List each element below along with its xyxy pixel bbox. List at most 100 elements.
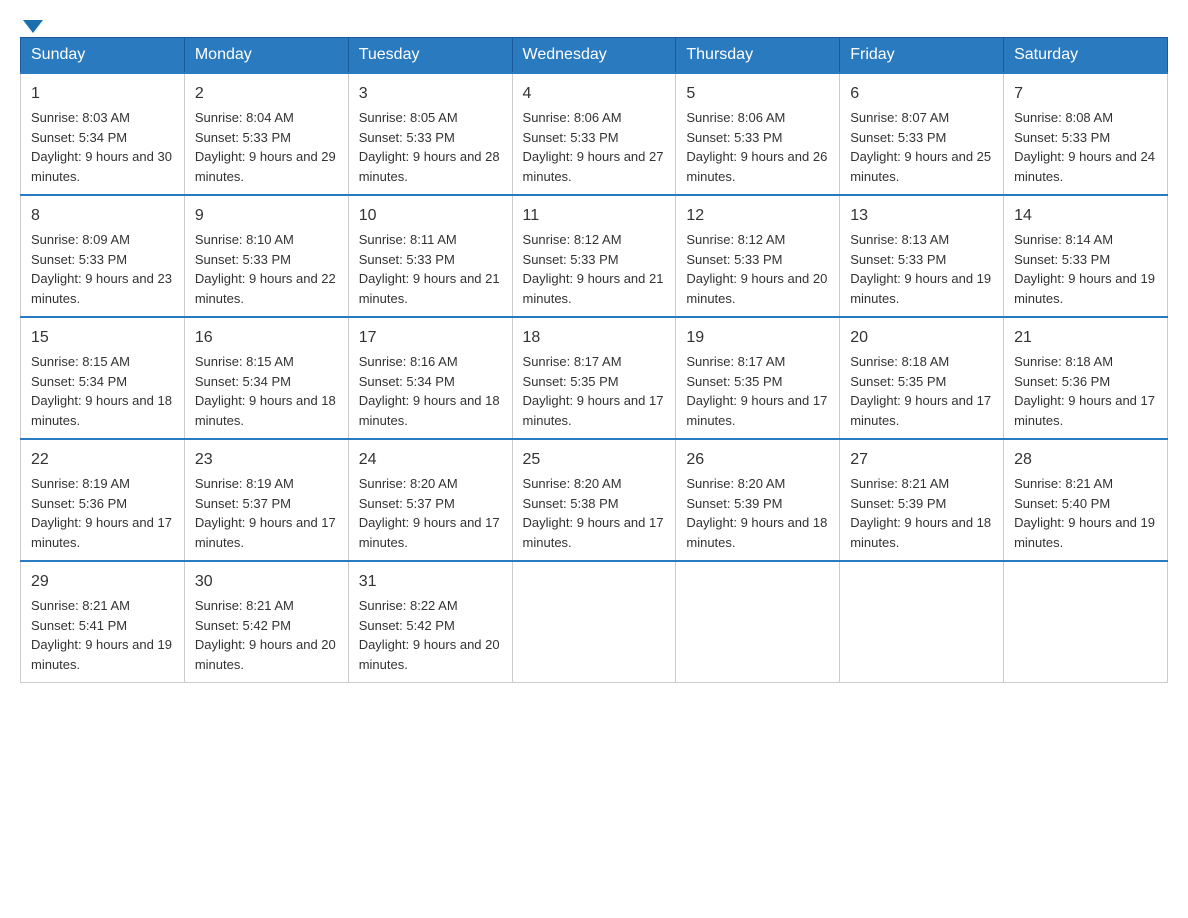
- day-of-week-saturday: Saturday: [1004, 38, 1168, 74]
- daylight-info: Daylight: 9 hours and 18 minutes.: [31, 393, 172, 428]
- day-number: 22: [31, 448, 174, 472]
- day-number: 16: [195, 326, 338, 350]
- sunset-info: Sunset: 5:33 PM: [195, 252, 291, 267]
- day-number: 31: [359, 570, 502, 594]
- sunset-info: Sunset: 5:33 PM: [195, 130, 291, 145]
- day-number: 7: [1014, 82, 1157, 106]
- calendar-cell: [1004, 561, 1168, 683]
- sunrise-info: Sunrise: 8:06 AM: [686, 110, 785, 125]
- calendar-cell: 17 Sunrise: 8:16 AM Sunset: 5:34 PM Dayl…: [348, 317, 512, 439]
- sunset-info: Sunset: 5:37 PM: [359, 496, 455, 511]
- week-row-3: 15 Sunrise: 8:15 AM Sunset: 5:34 PM Dayl…: [21, 317, 1168, 439]
- sunset-info: Sunset: 5:33 PM: [359, 130, 455, 145]
- calendar-cell: 26 Sunrise: 8:20 AM Sunset: 5:39 PM Dayl…: [676, 439, 840, 561]
- sunset-info: Sunset: 5:33 PM: [1014, 252, 1110, 267]
- sunrise-info: Sunrise: 8:15 AM: [195, 354, 294, 369]
- daylight-info: Daylight: 9 hours and 19 minutes.: [1014, 271, 1155, 306]
- day-number: 3: [359, 82, 502, 106]
- day-number: 1: [31, 82, 174, 106]
- daylight-info: Daylight: 9 hours and 18 minutes.: [686, 515, 827, 550]
- page-header: [20, 20, 1168, 27]
- week-row-1: 1 Sunrise: 8:03 AM Sunset: 5:34 PM Dayli…: [21, 73, 1168, 195]
- calendar-cell: 4 Sunrise: 8:06 AM Sunset: 5:33 PM Dayli…: [512, 73, 676, 195]
- sunset-info: Sunset: 5:41 PM: [31, 618, 127, 633]
- calendar-cell: 20 Sunrise: 8:18 AM Sunset: 5:35 PM Dayl…: [840, 317, 1004, 439]
- sunset-info: Sunset: 5:33 PM: [523, 252, 619, 267]
- sunset-info: Sunset: 5:38 PM: [523, 496, 619, 511]
- sunrise-info: Sunrise: 8:13 AM: [850, 232, 949, 247]
- day-number: 5: [686, 82, 829, 106]
- sunrise-info: Sunrise: 8:18 AM: [1014, 354, 1113, 369]
- sunrise-info: Sunrise: 8:12 AM: [523, 232, 622, 247]
- day-number: 15: [31, 326, 174, 350]
- day-number: 10: [359, 204, 502, 228]
- calendar-cell: [512, 561, 676, 683]
- sunset-info: Sunset: 5:37 PM: [195, 496, 291, 511]
- sunrise-info: Sunrise: 8:07 AM: [850, 110, 949, 125]
- days-of-week-row: SundayMondayTuesdayWednesdayThursdayFrid…: [21, 38, 1168, 74]
- day-number: 8: [31, 204, 174, 228]
- sunset-info: Sunset: 5:33 PM: [31, 252, 127, 267]
- sunrise-info: Sunrise: 8:20 AM: [686, 476, 785, 491]
- sunset-info: Sunset: 5:39 PM: [686, 496, 782, 511]
- daylight-info: Daylight: 9 hours and 21 minutes.: [523, 271, 664, 306]
- calendar-cell: 10 Sunrise: 8:11 AM Sunset: 5:33 PM Dayl…: [348, 195, 512, 317]
- sunset-info: Sunset: 5:40 PM: [1014, 496, 1110, 511]
- week-row-2: 8 Sunrise: 8:09 AM Sunset: 5:33 PM Dayli…: [21, 195, 1168, 317]
- daylight-info: Daylight: 9 hours and 30 minutes.: [31, 149, 172, 184]
- day-number: 29: [31, 570, 174, 594]
- sunset-info: Sunset: 5:33 PM: [523, 130, 619, 145]
- calendar-cell: 16 Sunrise: 8:15 AM Sunset: 5:34 PM Dayl…: [184, 317, 348, 439]
- calendar-cell: 27 Sunrise: 8:21 AM Sunset: 5:39 PM Dayl…: [840, 439, 1004, 561]
- sunset-info: Sunset: 5:35 PM: [523, 374, 619, 389]
- sunrise-info: Sunrise: 8:20 AM: [359, 476, 458, 491]
- sunset-info: Sunset: 5:42 PM: [195, 618, 291, 633]
- calendar-cell: 8 Sunrise: 8:09 AM Sunset: 5:33 PM Dayli…: [21, 195, 185, 317]
- day-number: 19: [686, 326, 829, 350]
- sunset-info: Sunset: 5:34 PM: [359, 374, 455, 389]
- daylight-info: Daylight: 9 hours and 23 minutes.: [31, 271, 172, 306]
- sunrise-info: Sunrise: 8:17 AM: [523, 354, 622, 369]
- day-number: 28: [1014, 448, 1157, 472]
- sunrise-info: Sunrise: 8:12 AM: [686, 232, 785, 247]
- calendar-cell: 7 Sunrise: 8:08 AM Sunset: 5:33 PM Dayli…: [1004, 73, 1168, 195]
- calendar-cell: 5 Sunrise: 8:06 AM Sunset: 5:33 PM Dayli…: [676, 73, 840, 195]
- sunrise-info: Sunrise: 8:16 AM: [359, 354, 458, 369]
- sunrise-info: Sunrise: 8:04 AM: [195, 110, 294, 125]
- sunrise-info: Sunrise: 8:09 AM: [31, 232, 130, 247]
- sunrise-info: Sunrise: 8:08 AM: [1014, 110, 1113, 125]
- calendar-header: SundayMondayTuesdayWednesdayThursdayFrid…: [21, 38, 1168, 74]
- sunrise-info: Sunrise: 8:21 AM: [850, 476, 949, 491]
- daylight-info: Daylight: 9 hours and 17 minutes.: [359, 515, 500, 550]
- day-of-week-tuesday: Tuesday: [348, 38, 512, 74]
- daylight-info: Daylight: 9 hours and 17 minutes.: [523, 515, 664, 550]
- calendar-cell: 1 Sunrise: 8:03 AM Sunset: 5:34 PM Dayli…: [21, 73, 185, 195]
- sunrise-info: Sunrise: 8:14 AM: [1014, 232, 1113, 247]
- calendar-cell: 11 Sunrise: 8:12 AM Sunset: 5:33 PM Dayl…: [512, 195, 676, 317]
- day-number: 30: [195, 570, 338, 594]
- calendar-cell: [676, 561, 840, 683]
- calendar-cell: 25 Sunrise: 8:20 AM Sunset: 5:38 PM Dayl…: [512, 439, 676, 561]
- calendar-cell: 23 Sunrise: 8:19 AM Sunset: 5:37 PM Dayl…: [184, 439, 348, 561]
- sunset-info: Sunset: 5:34 PM: [31, 374, 127, 389]
- day-number: 12: [686, 204, 829, 228]
- daylight-info: Daylight: 9 hours and 17 minutes.: [1014, 393, 1155, 428]
- sunrise-info: Sunrise: 8:10 AM: [195, 232, 294, 247]
- daylight-info: Daylight: 9 hours and 19 minutes.: [1014, 515, 1155, 550]
- daylight-info: Daylight: 9 hours and 26 minutes.: [686, 149, 827, 184]
- daylight-info: Daylight: 9 hours and 17 minutes.: [195, 515, 336, 550]
- sunrise-info: Sunrise: 8:05 AM: [359, 110, 458, 125]
- calendar-table: SundayMondayTuesdayWednesdayThursdayFrid…: [20, 37, 1168, 683]
- calendar-cell: 31 Sunrise: 8:22 AM Sunset: 5:42 PM Dayl…: [348, 561, 512, 683]
- logo: [20, 20, 43, 27]
- calendar-cell: 9 Sunrise: 8:10 AM Sunset: 5:33 PM Dayli…: [184, 195, 348, 317]
- day-number: 20: [850, 326, 993, 350]
- logo-triangle-icon: [23, 20, 43, 33]
- daylight-info: Daylight: 9 hours and 18 minutes.: [359, 393, 500, 428]
- calendar-cell: 13 Sunrise: 8:13 AM Sunset: 5:33 PM Dayl…: [840, 195, 1004, 317]
- sunrise-info: Sunrise: 8:11 AM: [359, 232, 457, 247]
- daylight-info: Daylight: 9 hours and 17 minutes.: [850, 393, 991, 428]
- day-number: 24: [359, 448, 502, 472]
- calendar-cell: 14 Sunrise: 8:14 AM Sunset: 5:33 PM Dayl…: [1004, 195, 1168, 317]
- calendar-cell: 6 Sunrise: 8:07 AM Sunset: 5:33 PM Dayli…: [840, 73, 1004, 195]
